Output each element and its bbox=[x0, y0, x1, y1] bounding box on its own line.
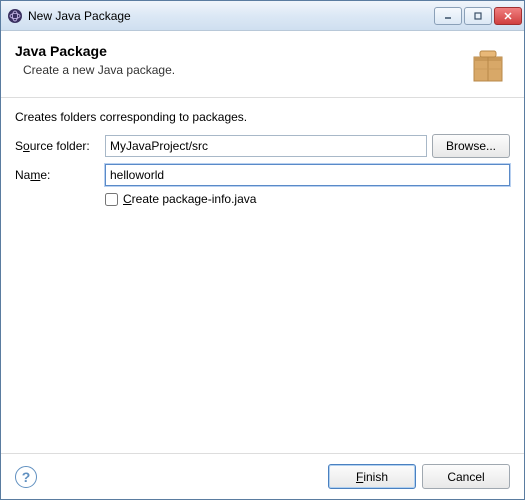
browse-button[interactable]: Browse... bbox=[432, 134, 510, 158]
dialog-content: Creates folders corresponding to package… bbox=[1, 98, 524, 453]
finish-button[interactable]: Finish bbox=[328, 464, 416, 489]
package-info-label[interactable]: Create package-info.java bbox=[123, 192, 256, 206]
package-info-checkbox[interactable] bbox=[105, 193, 118, 206]
package-icon bbox=[466, 43, 510, 87]
description-text: Creates folders corresponding to package… bbox=[15, 110, 510, 124]
window-controls bbox=[434, 7, 522, 25]
source-folder-label: Source folder: bbox=[15, 139, 105, 153]
titlebar[interactable]: New Java Package bbox=[1, 1, 524, 31]
source-folder-row: Source folder: Browse... bbox=[15, 134, 510, 158]
eclipse-icon bbox=[7, 8, 23, 24]
source-folder-input[interactable] bbox=[105, 135, 427, 157]
dialog-header: Java Package Create a new Java package. bbox=[1, 31, 524, 98]
name-input[interactable] bbox=[105, 164, 510, 186]
package-info-row: Create package-info.java bbox=[15, 192, 510, 206]
maximize-button[interactable] bbox=[464, 7, 492, 25]
window-title: New Java Package bbox=[28, 9, 434, 23]
name-label: Name: bbox=[15, 168, 105, 182]
dialog-window: New Java Package Java Package Create a n… bbox=[0, 0, 525, 500]
dialog-footer: ? Finish Cancel bbox=[1, 453, 524, 499]
name-row: Name: bbox=[15, 164, 510, 186]
page-subtitle: Create a new Java package. bbox=[15, 63, 456, 77]
cancel-button[interactable]: Cancel bbox=[422, 464, 510, 489]
minimize-button[interactable] bbox=[434, 7, 462, 25]
page-title: Java Package bbox=[15, 43, 456, 59]
close-button[interactable] bbox=[494, 7, 522, 25]
help-icon[interactable]: ? bbox=[15, 466, 37, 488]
